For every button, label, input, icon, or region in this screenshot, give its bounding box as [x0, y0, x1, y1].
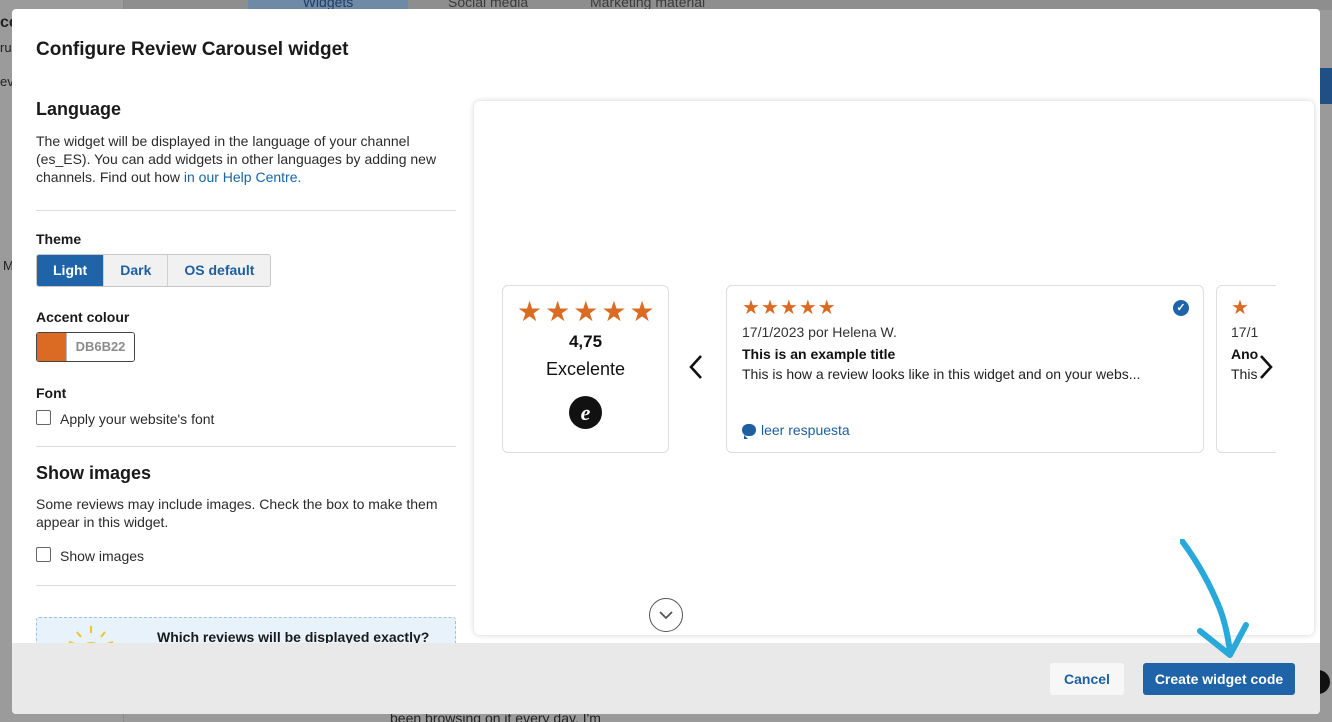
font-label: Font	[36, 385, 67, 401]
reviews-info-box[interactable]: Which reviews will be displayed exactly?	[36, 617, 456, 643]
settings-panel: Language The widget will be displayed in…	[36, 97, 456, 643]
images-description: Some reviews may include images. Check t…	[36, 496, 438, 530]
star-icon: ★	[760, 297, 779, 319]
cancel-button[interactable]: Cancel	[1050, 663, 1124, 695]
annotation-arrow-icon	[1180, 539, 1249, 658]
verified-icon: ✓	[1173, 300, 1189, 316]
rating-word: Excelente	[545, 359, 626, 379]
star-icon: ★	[1231, 297, 1249, 319]
star-icon: ★	[517, 296, 543, 327]
theme-dark-button[interactable]: Dark	[104, 255, 169, 286]
star-icon: ★	[798, 297, 817, 319]
star-icon: ★	[545, 296, 571, 327]
accent-hex-input[interactable]: DB6B22	[66, 333, 134, 361]
help-centre-link[interactable]: in our Help Centre.	[184, 169, 302, 185]
star-icon: ★	[601, 296, 627, 327]
modal-title: Configure Review Carousel widget	[36, 39, 349, 60]
star-icon: ★	[779, 297, 798, 319]
apply-font-checkbox[interactable]	[36, 409, 51, 425]
trusted-shops-logo-icon: e	[569, 396, 602, 429]
star-icon: ★	[742, 297, 760, 319]
modal-footer: Cancel Create widget code	[12, 643, 1320, 714]
rating-score: 4,75	[568, 332, 603, 351]
show-images-label: Show images	[60, 548, 145, 564]
info-title: Which reviews will be displayed exactly?	[157, 629, 430, 643]
peek-body: This	[1231, 366, 1258, 382]
font-checkbox-row[interactable]: Apply your website's font	[36, 409, 456, 427]
sun-icon	[68, 626, 114, 643]
divider	[36, 210, 456, 211]
images-heading: Show images	[36, 463, 152, 483]
images-checkbox-row[interactable]: Show images	[36, 546, 456, 564]
peek-title: Ano	[1231, 346, 1259, 362]
theme-light-button[interactable]: Light	[37, 255, 105, 286]
language-description: The widget will be displayed in the lang…	[36, 132, 456, 186]
summary-stars: ★ ★ ★ ★ ★	[517, 298, 655, 326]
chevron-left-icon[interactable]	[686, 353, 706, 387]
accent-colour-picker[interactable]: DB6B22	[36, 332, 135, 362]
theme-label: Theme	[36, 231, 82, 247]
scroll-down-icon[interactable]	[649, 598, 683, 632]
theme-os-default-button[interactable]: OS default	[168, 255, 271, 286]
accent-label: Accent colour	[36, 309, 130, 325]
star-icon: ★	[629, 296, 655, 327]
summary-card: ★ ★ ★ ★ ★ 4,75 Excelente e	[502, 285, 669, 453]
bg-fragment: ru	[0, 40, 12, 55]
language-heading: Language	[36, 99, 122, 119]
review-stars: ★ ★ ★ ★ ★	[742, 297, 836, 319]
review-date-author: 17/1/2023 por Helena W.	[742, 324, 897, 340]
peek-date: 17/1	[1231, 324, 1259, 340]
review-body: This is how a review looks like in this …	[742, 366, 1141, 382]
star-icon: ★	[573, 296, 599, 327]
chevron-right-icon[interactable]	[1256, 353, 1276, 387]
divider	[36, 585, 456, 586]
create-widget-code-button[interactable]: Create widget code	[1143, 663, 1295, 695]
read-reply-label: leer respuesta	[761, 422, 850, 438]
accent-swatch[interactable]	[37, 333, 66, 361]
star-icon: ★	[817, 297, 836, 319]
speech-bubble-icon	[742, 424, 756, 439]
apply-font-label: Apply your website's font	[60, 411, 215, 427]
show-images-checkbox[interactable]	[36, 546, 51, 562]
divider	[36, 446, 456, 447]
configure-widget-modal: Configure Review Carousel widget Languag…	[12, 9, 1320, 714]
review-card: ★ ★ ★ ★ ★ ✓ 17/1/2023 por Helena W. This…	[726, 285, 1204, 453]
theme-selector: Light Dark OS default	[36, 254, 272, 287]
review-title: This is an example title	[742, 346, 896, 362]
read-reply-link[interactable]: leer respuesta	[742, 422, 850, 439]
